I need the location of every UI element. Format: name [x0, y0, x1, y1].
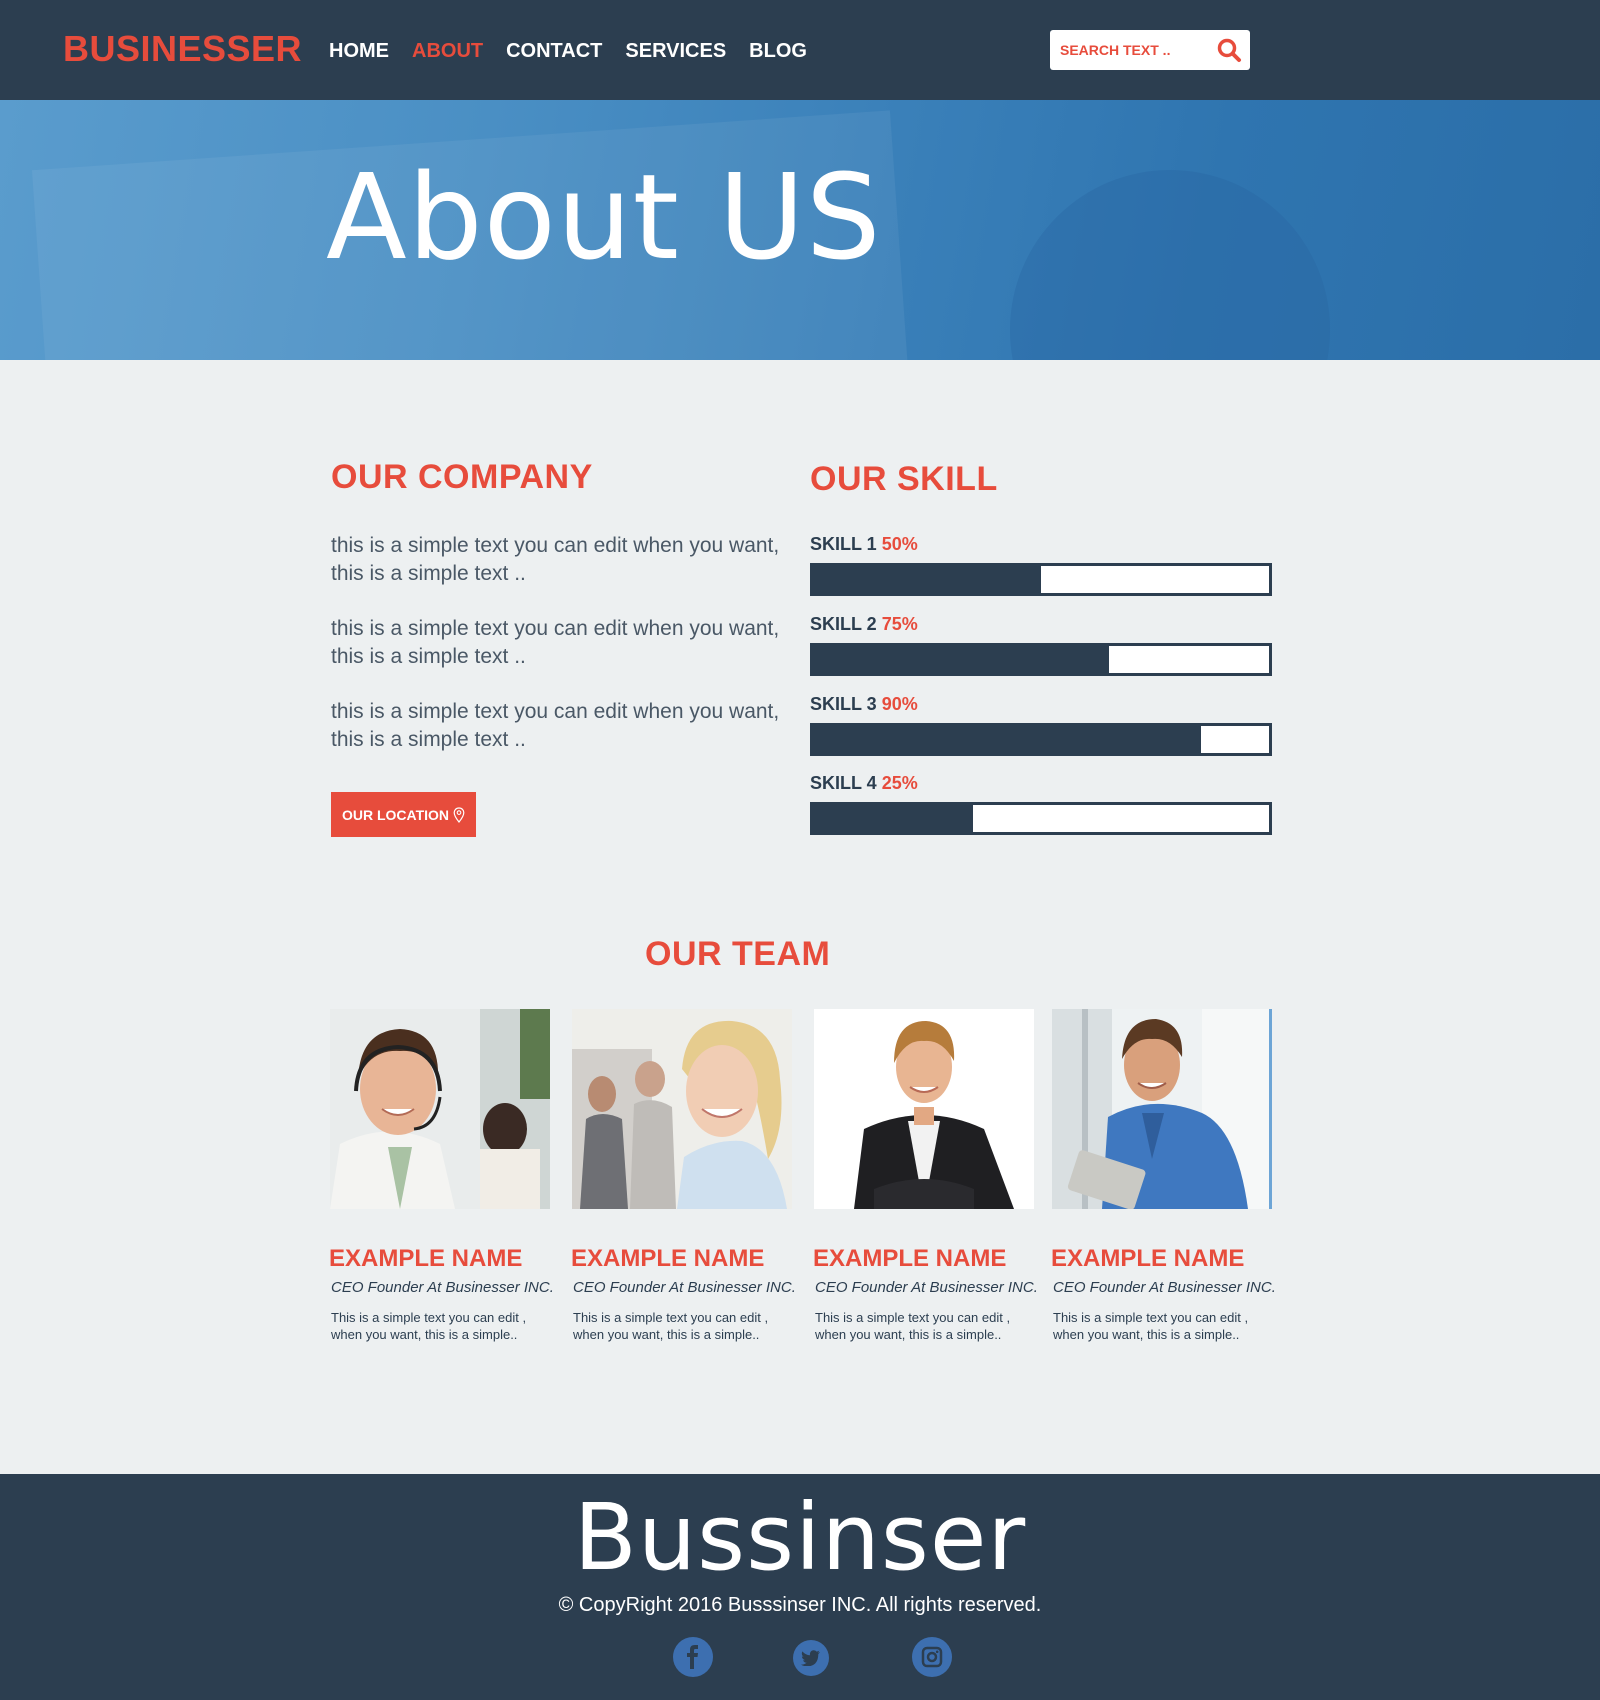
company-paragraph: this is a simple text you can edit when …: [331, 534, 780, 585]
search-icon[interactable]: [1216, 37, 1242, 63]
skill-bar: [810, 563, 1272, 596]
skill-percent: 90%: [881, 694, 918, 714]
our-location-label: OUR LOCATION: [341, 806, 450, 823]
site-footer: Bussinser © CopyRight 2016 Busssinser IN…: [0, 1474, 1600, 1700]
team-card: EXAMPLE NAME CEO Founder At Businesser I…: [813, 1009, 1038, 1342]
search-input[interactable]: [1060, 30, 1210, 70]
skill-bar-fill: [813, 646, 1110, 673]
company-paragraph: this is a simple text you can edit when …: [331, 700, 780, 751]
team-member-photo: [330, 1009, 550, 1209]
instagram-icon[interactable]: [912, 1637, 952, 1677]
team-member-role: CEO Founder At Businesser INC.: [815, 1279, 1038, 1296]
team-card: EXAMPLE NAME CEO Founder At Businesser I…: [571, 1009, 796, 1342]
team-member-photo: [572, 1009, 792, 1209]
team-member-photo: [814, 1009, 1034, 1209]
nav-blog[interactable]: BLOG: [749, 40, 807, 63]
skill-bar-fill: [813, 805, 973, 832]
skill-bar: [810, 723, 1272, 756]
team-member-description: This is a simple text you can edit , whe…: [331, 1310, 527, 1342]
map-pin-icon: [453, 806, 465, 823]
hero-background-shape: [1010, 170, 1330, 360]
skill-percent: 25%: [881, 773, 918, 793]
company-title: OUR COMPANY: [331, 458, 593, 496]
skill-percent: 50%: [881, 534, 918, 554]
skill-bar: [810, 643, 1272, 676]
skill-bar-fill: [813, 726, 1201, 753]
main-nav: HOME ABOUT CONTACT SERVICES BLOG: [329, 40, 830, 63]
copyright-text: © CopyRight 2016 Busssinser INC. All rig…: [558, 1594, 1042, 1616]
team-member-description: This is a simple text you can edit , whe…: [1053, 1310, 1249, 1342]
nav-services[interactable]: SERVICES: [625, 40, 726, 63]
team-title: OUR TEAM: [645, 935, 831, 973]
skill-bar: [810, 802, 1272, 835]
skill-label: SKILL 1 50%: [810, 534, 918, 555]
skill-label: SKILL 3 90%: [810, 694, 918, 715]
team-card: EXAMPLE NAME CEO Founder At Businesser I…: [329, 1009, 554, 1342]
skill-label: SKILL 2 75%: [810, 614, 918, 635]
team-member-name: EXAMPLE NAME: [329, 1245, 523, 1272]
twitter-icon[interactable]: [793, 1640, 829, 1676]
search-box: [1050, 30, 1250, 70]
team-member-role: CEO Founder At Businesser INC.: [331, 1279, 554, 1296]
footer-brand: Bussinser: [573, 1484, 1027, 1591]
company-paragraph: this is a simple text you can edit when …: [331, 617, 780, 668]
team-member-description: This is a simple text you can edit , whe…: [815, 1310, 1011, 1342]
nav-about[interactable]: ABOUT: [412, 40, 483, 63]
skill-percent: 75%: [881, 614, 918, 634]
skill-bar-fill: [813, 566, 1041, 593]
skill-label: SKILL 4 25%: [810, 773, 918, 794]
nav-home[interactable]: HOME: [329, 40, 389, 63]
team-card: EXAMPLE NAME CEO Founder At Businesser I…: [1051, 1009, 1276, 1342]
skill-name: SKILL 4: [810, 773, 877, 793]
skill-name: SKILL 2: [810, 614, 877, 634]
skills-title: OUR SKILL: [810, 460, 998, 498]
hero-banner: About US: [0, 100, 1600, 360]
logo[interactable]: BUSINESSER: [63, 28, 302, 70]
team-member-role: CEO Founder At Businesser INC.: [1053, 1279, 1276, 1296]
site-header: BUSINESSER HOME ABOUT CONTACT SERVICES B…: [0, 0, 1600, 100]
team-member-name: EXAMPLE NAME: [813, 1245, 1007, 1272]
team-member-description: This is a simple text you can edit , whe…: [573, 1310, 769, 1342]
team-member-name: EXAMPLE NAME: [571, 1245, 765, 1272]
team-member-name: EXAMPLE NAME: [1051, 1245, 1245, 1272]
facebook-icon[interactable]: [673, 1637, 713, 1677]
skill-name: SKILL 3: [810, 694, 877, 714]
team-member-role: CEO Founder At Businesser INC.: [573, 1279, 796, 1296]
team-member-photo: [1052, 1009, 1272, 1209]
our-location-button[interactable]: OUR LOCATION: [331, 792, 476, 837]
hero-title: About US: [326, 148, 882, 286]
nav-contact[interactable]: CONTACT: [506, 40, 602, 63]
skill-name: SKILL 1: [810, 534, 877, 554]
